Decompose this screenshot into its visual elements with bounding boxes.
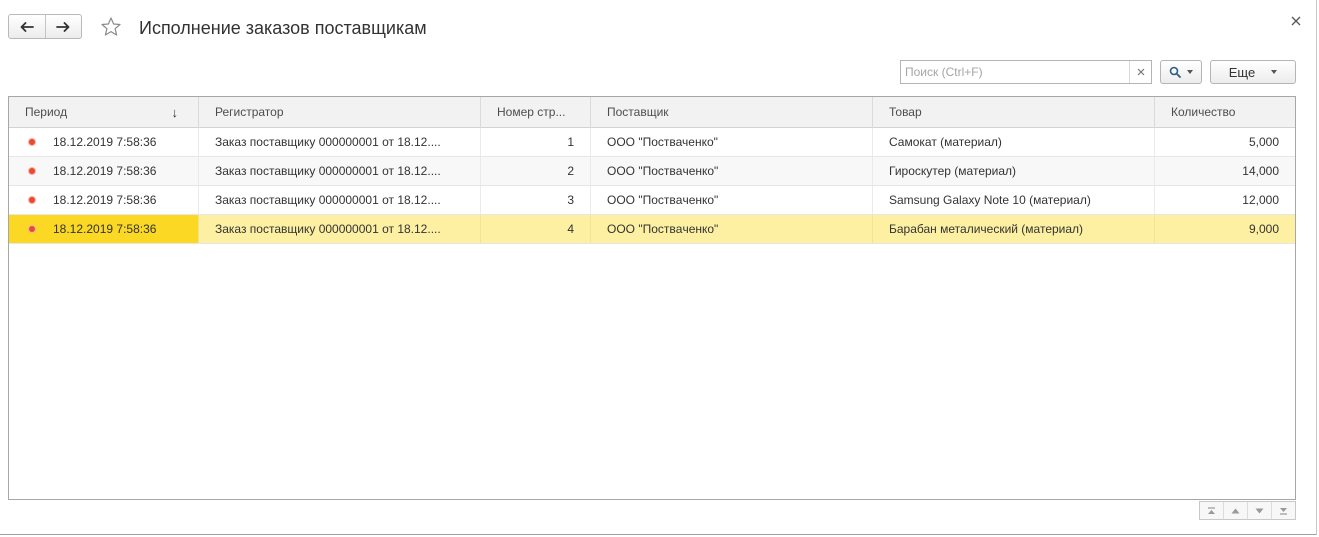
forward-button[interactable] <box>44 15 82 38</box>
status-dot-icon <box>29 197 35 203</box>
table-row[interactable]: 18.12.2019 7:58:36 Заказ поставщику 0000… <box>9 186 1295 215</box>
search-clear-button[interactable] <box>1129 61 1151 83</box>
cell-item: Самокат (материал) <box>873 128 1155 156</box>
scroll-down-button[interactable] <box>1247 502 1271 519</box>
table-row[interactable]: 18.12.2019 7:58:36 Заказ поставщику 0000… <box>9 157 1295 186</box>
cell-period: 18.12.2019 7:58:36 <box>9 186 199 214</box>
chevron-down-icon <box>1187 70 1193 74</box>
back-button[interactable] <box>9 15 45 38</box>
cell-period: 18.12.2019 7:58:36 <box>9 128 199 156</box>
cell-line-number: 3 <box>481 186 591 214</box>
cell-supplier: ООО "Постваченко" <box>591 128 873 156</box>
scroll-up-button[interactable] <box>1223 502 1247 519</box>
cell-supplier: ООО "Поствaченко" <box>591 157 873 185</box>
table-header: Период ↓ Регистратор Номер стр... Постав… <box>9 97 1295 128</box>
cell-text: 18.12.2019 7:58:36 <box>53 135 157 149</box>
column-header-line-number[interactable]: Номер стр... <box>481 97 591 128</box>
cell-item: Барабан металический (материал) <box>873 215 1155 243</box>
cell-line-number: 1 <box>481 128 591 156</box>
search-box <box>900 60 1152 84</box>
cell-quantity: 9,000 <box>1248 222 1279 236</box>
cell-text: 18.12.2019 7:58:36 <box>53 193 157 207</box>
arrow-right-icon <box>56 21 70 32</box>
search-button[interactable] <box>1160 60 1202 84</box>
cell-item: Samsung Galaxy Note 10 (материал) <box>873 186 1155 214</box>
scroll-to-bottom-button[interactable] <box>1271 502 1295 519</box>
star-icon <box>101 17 121 36</box>
navigation-buttons <box>8 14 82 39</box>
scroll-to-top-button[interactable] <box>1200 502 1223 519</box>
last-page-icon <box>1280 507 1287 515</box>
cell-line-number: 2 <box>481 157 591 185</box>
chevron-down-icon <box>1255 508 1264 513</box>
cell-quantity: 5,000 <box>1248 135 1279 149</box>
cell-supplier: ООО "Поствaченко" <box>591 186 873 214</box>
cell-quantity: 14,000 <box>1242 164 1279 178</box>
cell-period: 18.12.2019 7:58:36 <box>9 157 199 185</box>
column-header-label: Номер стр... <box>497 105 566 119</box>
close-button[interactable] <box>1289 14 1303 28</box>
column-header-period[interactable]: Период ↓ <box>9 97 199 128</box>
clear-icon <box>1137 68 1144 76</box>
column-header-label: Поставщик <box>607 105 669 119</box>
cell-registrar: Заказ поставщику 000000001 от 18.12.... <box>199 157 481 185</box>
status-dot-icon <box>29 168 35 174</box>
cell-registrar: Заказ поставщику 000000001 от 18.12.... <box>199 186 481 214</box>
column-header-label: Товар <box>889 105 922 119</box>
status-dot-icon <box>29 139 35 145</box>
cell-item: Гироскутер (материал) <box>873 157 1155 185</box>
table-navigation <box>1199 501 1296 520</box>
chevron-up-icon <box>1231 508 1240 513</box>
cell-text: 18.12.2019 7:58:36 <box>53 164 157 178</box>
search-input[interactable] <box>901 61 1129 83</box>
column-header-item[interactable]: Товар <box>873 97 1155 128</box>
column-header-label: Период <box>25 105 68 119</box>
cell-registrar: Заказ поставщику 000000001 от 18.12.... <box>199 215 481 243</box>
magnifier-icon <box>1169 66 1181 78</box>
cell-text: 18.12.2019 7:58:36 <box>53 222 157 236</box>
status-dot-icon <box>29 226 35 232</box>
arrow-left-icon <box>20 21 34 32</box>
more-button-label: Еще <box>1228 64 1256 80</box>
cell-registrar: Заказ поставщику 000000001 от 18.12.... <box>199 128 481 156</box>
table-row[interactable]: 18.12.2019 7:58:36 Заказ поставщику 0000… <box>9 128 1295 157</box>
column-header-label: Регистратор <box>215 105 284 119</box>
cell-supplier: ООО "Поствaченко" <box>591 215 873 243</box>
first-page-icon <box>1208 506 1215 514</box>
page-title: Исполнение заказов поставщикам <box>139 18 427 38</box>
column-header-registrar[interactable]: Регистратор <box>199 97 481 128</box>
favorite-button[interactable] <box>100 16 122 38</box>
chevron-down-icon <box>1271 70 1278 74</box>
cell-line-number: 4 <box>481 215 591 243</box>
cell-quantity: 12,000 <box>1242 193 1279 207</box>
form-window: Исполнение заказов поставщикам Еще Перио… <box>0 0 1317 535</box>
sort-desc-icon: ↓ <box>171 105 179 120</box>
column-header-supplier[interactable]: Поставщик <box>591 97 873 128</box>
close-icon <box>1291 16 1301 26</box>
more-button[interactable]: Еще <box>1210 60 1296 84</box>
table-row-selected[interactable]: 18.12.2019 7:58:36 Заказ поставщику 0000… <box>9 215 1295 244</box>
data-table: Период ↓ Регистратор Номер стр... Постав… <box>8 96 1296 500</box>
column-header-label: Количество <box>1171 105 1236 119</box>
cell-period: 18.12.2019 7:58:36 <box>9 215 199 243</box>
column-header-quantity[interactable]: Количество <box>1155 97 1295 128</box>
